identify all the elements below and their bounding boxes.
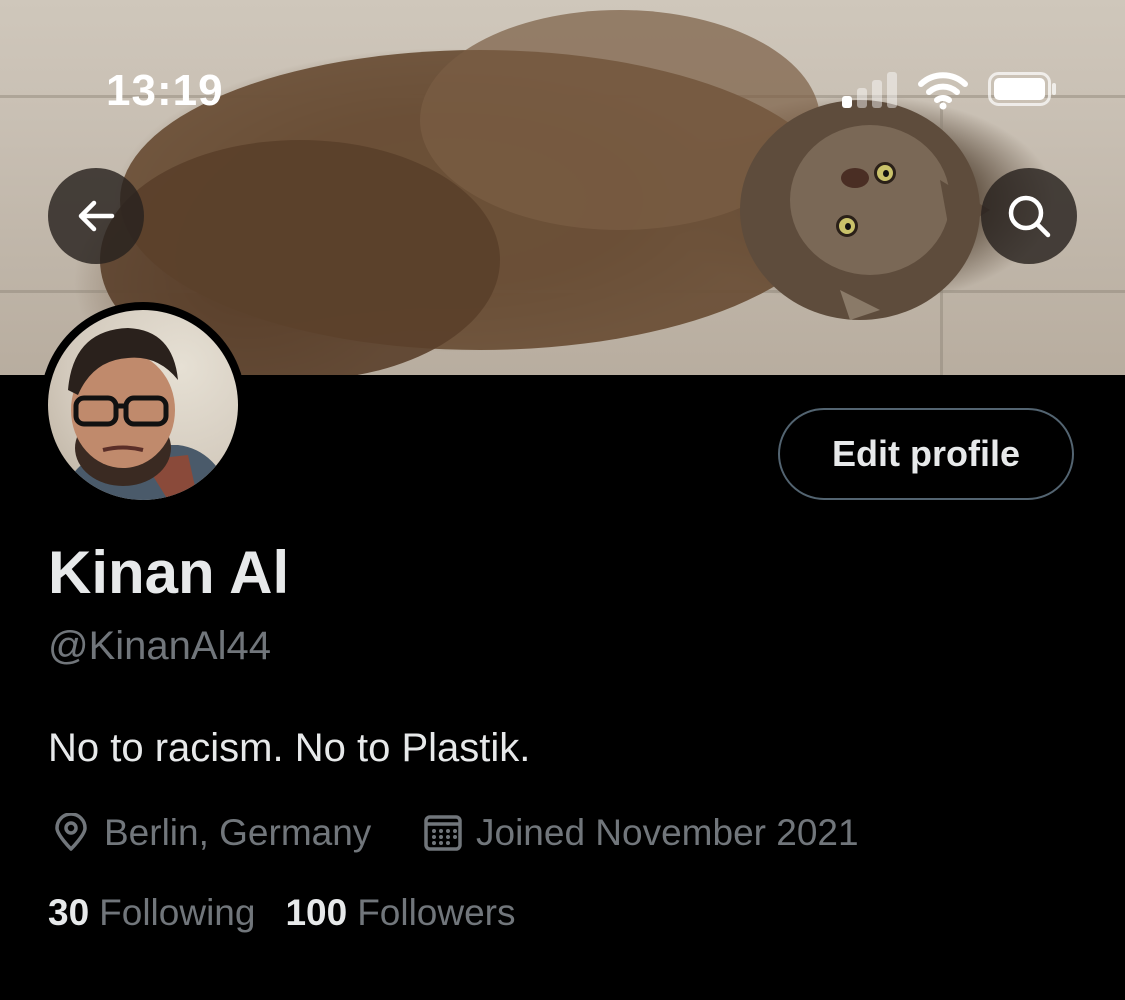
cat-eye — [836, 215, 858, 237]
following-link[interactable]: 30 Following — [48, 892, 255, 934]
profile-location: Berlin, Germany — [48, 808, 371, 858]
edit-profile-button[interactable]: Edit profile — [778, 408, 1074, 500]
battery-icon — [988, 72, 1056, 106]
avatar[interactable] — [40, 302, 246, 508]
search-icon — [1008, 195, 1051, 238]
joined-text: Joined November 2021 — [476, 812, 859, 853]
signal-icon — [842, 72, 900, 108]
profile-bio: No to racism. No to Plastik. — [48, 726, 531, 770]
status-time: 13:19 — [106, 66, 224, 115]
location-pin-icon — [48, 810, 94, 856]
calendar-icon — [420, 810, 466, 856]
followers-label: Followers — [357, 892, 516, 933]
search-button[interactable] — [981, 168, 1077, 264]
arrow-left-icon — [78, 200, 115, 232]
location-text: Berlin, Germany — [104, 812, 372, 853]
wifi-icon — [918, 72, 968, 110]
following-count: 30 — [48, 892, 90, 933]
profile-handle: @KinanAl44 — [48, 624, 271, 668]
follow-counts: 30 Following 100 Followers — [48, 892, 546, 934]
cat-eye — [874, 162, 896, 184]
profile-joined-date: Joined November 2021 — [420, 808, 859, 858]
followers-link[interactable]: 100 Followers — [285, 892, 515, 934]
followers-count: 100 — [285, 892, 348, 933]
following-label: Following — [99, 892, 256, 933]
profile-name: Kinan Al — [48, 539, 290, 606]
avatar-image — [48, 310, 238, 500]
back-button[interactable] — [48, 168, 144, 264]
